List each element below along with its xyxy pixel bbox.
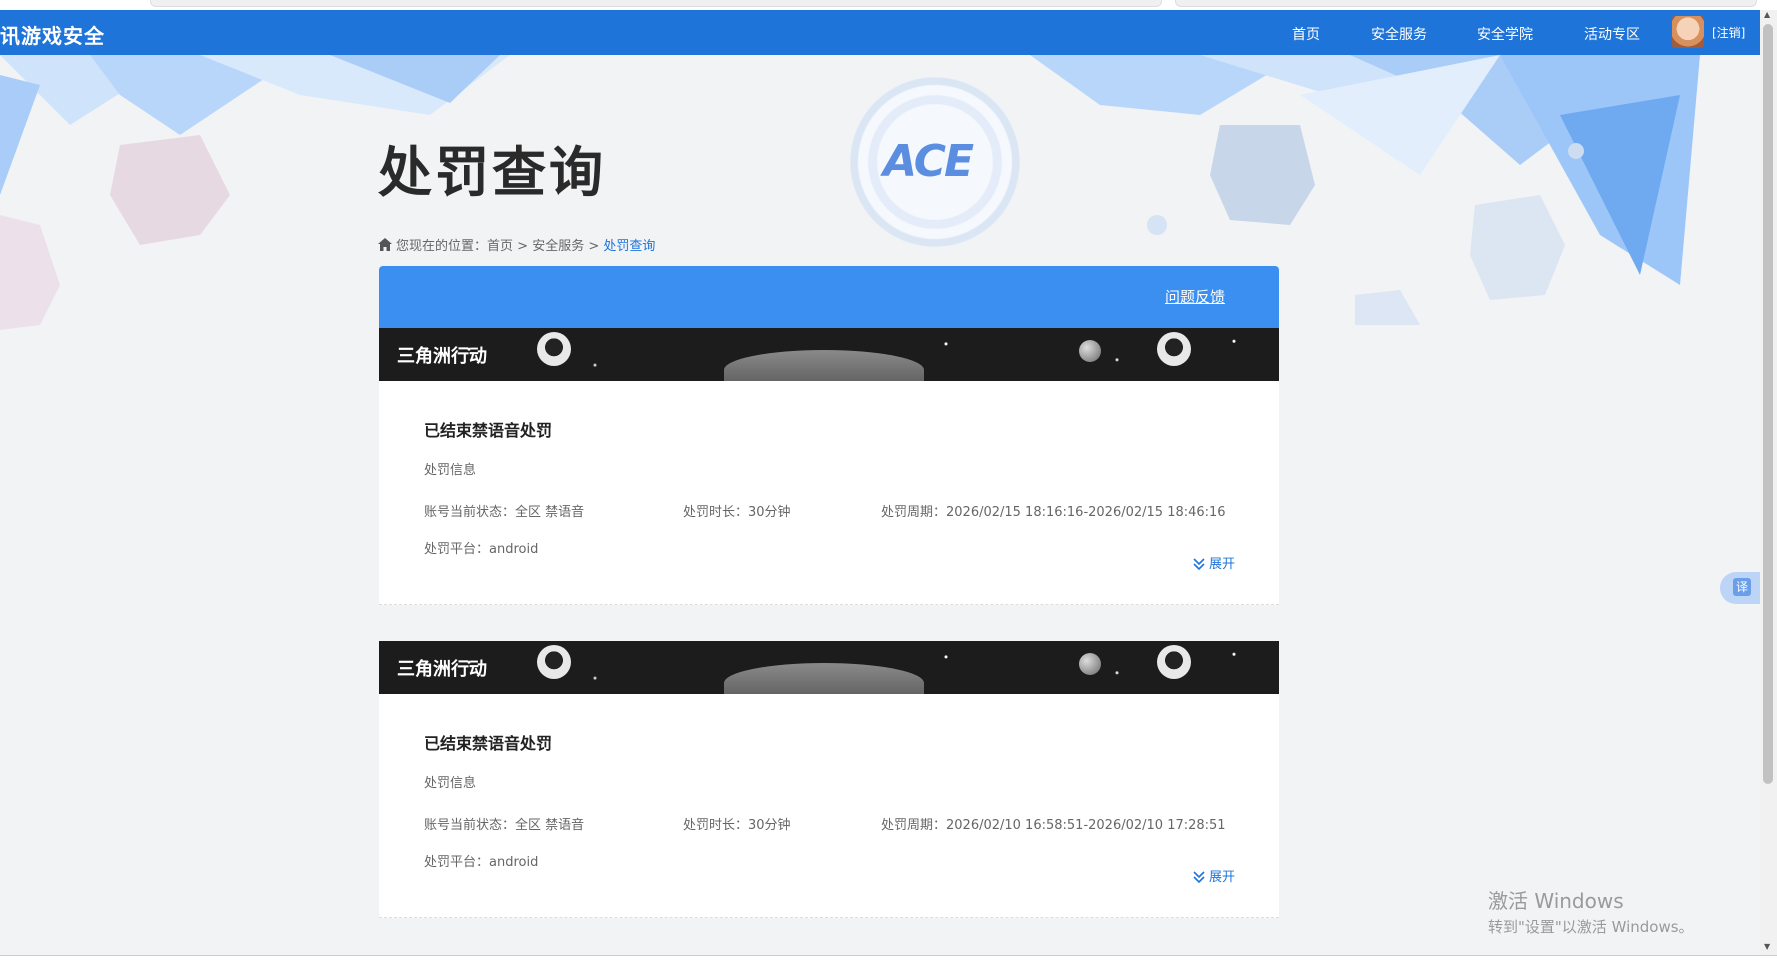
results-header-bar: 问题反馈 — [379, 266, 1279, 328]
scrollbar-thumb[interactable] — [1763, 24, 1773, 784]
record-body: 已结束禁语音处罚 处罚信息 账号当前状态：全区 禁语音 处罚时长：30分钟 处罚… — [379, 694, 1279, 918]
avatar[interactable] — [1672, 16, 1704, 48]
translate-icon: 译 — [1733, 578, 1751, 596]
browser-top-strip — [0, 0, 1777, 10]
nav-item-home[interactable]: 首页 — [1292, 24, 1320, 44]
game-banner: 三角洲行动 — [379, 328, 1279, 381]
punishment-duration: 处罚时长：30分钟 — [683, 818, 791, 833]
address-bar-edge — [150, 0, 1162, 7]
site-logo[interactable]: 讯游戏安全 — [0, 20, 105, 49]
nav-item-activity-zone[interactable]: 活动专区 — [1584, 24, 1640, 44]
logout-link[interactable]: [注销] — [1712, 24, 1745, 41]
expand-label: 展开 — [1208, 557, 1235, 572]
game-name: 三角洲行动 — [397, 346, 487, 367]
ace-logo-text: ACE — [883, 136, 974, 187]
breadcrumb-security-service[interactable]: 安全服务 — [532, 239, 584, 254]
punishment-duration: 处罚时长：30分钟 — [683, 505, 791, 520]
punishment-period: 处罚周期：2026/02/10 16:58:51-2026/02/10 17:2… — [881, 818, 1226, 833]
translate-button[interactable]: 译 — [1720, 572, 1760, 604]
watermark-line1: 激活 Windows — [1488, 889, 1624, 913]
breadcrumb-current: 处罚查询 — [603, 239, 656, 254]
punishment-record-card: 三角洲行动 已结束禁语音处罚 处罚信息 账号当前状态：全区 禁语音 处罚时长：3… — [379, 328, 1279, 605]
page-scrollbar[interactable]: ▲ ▼ — [1760, 10, 1777, 955]
ace-emblem: ACE — [845, 72, 1025, 252]
banner-astronaut-art — [537, 332, 571, 366]
nav-item-security-service[interactable]: 安全服务 — [1371, 24, 1427, 44]
breadcrumb: 您现在的位置：首页 > 安全服务 > 处罚查询 — [378, 235, 655, 254]
scroll-down-arrow-icon[interactable]: ▼ — [1764, 942, 1770, 951]
expand-button[interactable]: 展开 — [1192, 866, 1235, 885]
banner-astronaut-art — [1157, 332, 1191, 366]
banner-astronaut-art — [1157, 645, 1191, 679]
record-section-label: 处罚信息 — [424, 776, 477, 791]
expand-button[interactable]: 展开 — [1192, 553, 1235, 572]
banner-planet-art — [1079, 653, 1101, 675]
windows-activation-watermark: 激活 Windows 转到"设置"以激活 Windows。 — [1488, 885, 1694, 937]
punishment-platform: 处罚平台：android — [424, 542, 539, 557]
punishment-platform: 处罚平台：android — [424, 855, 539, 870]
breadcrumb-home[interactable]: 首页 — [487, 239, 513, 254]
scroll-up-arrow-icon[interactable]: ▲ — [1764, 10, 1770, 19]
punishment-record-card: 三角洲行动 已结束禁语音处罚 处罚信息 账号当前状态：全区 禁语音 处罚时长：3… — [379, 641, 1279, 918]
account-status: 账号当前状态：全区 禁语音 — [424, 818, 585, 833]
banner-planet-art — [1079, 340, 1101, 362]
banner-astronaut-art — [537, 645, 571, 679]
top-navbar: 讯游戏安全 首页 安全服务 安全学院 活动专区 [注销] — [0, 10, 1760, 55]
chevron-double-down-icon — [1193, 558, 1205, 571]
breadcrumb-prefix: 您现在的位置： — [396, 239, 488, 254]
record-status-title: 已结束禁语音处罚 — [424, 421, 553, 440]
record-body: 已结束禁语音处罚 处罚信息 账号当前状态：全区 禁语音 处罚时长：30分钟 处罚… — [379, 381, 1279, 605]
chevron-double-down-icon — [1193, 871, 1205, 884]
home-icon — [378, 238, 392, 251]
watermark-line2: 转到"设置"以激活 Windows。 — [1488, 918, 1694, 936]
record-section-label: 处罚信息 — [424, 463, 477, 478]
page-title: 处罚查询 — [378, 141, 606, 204]
breadcrumb-separator: > — [588, 239, 600, 254]
address-bar-edge — [1175, 0, 1757, 7]
nav-item-security-academy[interactable]: 安全学院 — [1477, 24, 1533, 44]
record-status-title: 已结束禁语音处罚 — [424, 734, 553, 753]
punishment-period: 处罚周期：2026/02/15 18:16:16-2026/02/15 18:4… — [881, 505, 1226, 520]
expand-label: 展开 — [1208, 870, 1235, 885]
breadcrumb-separator: > — [517, 239, 529, 254]
account-status: 账号当前状态：全区 禁语音 — [424, 505, 585, 520]
feedback-link[interactable]: 问题反馈 — [1165, 286, 1225, 307]
game-banner: 三角洲行动 — [379, 641, 1279, 694]
game-name: 三角洲行动 — [397, 659, 487, 680]
